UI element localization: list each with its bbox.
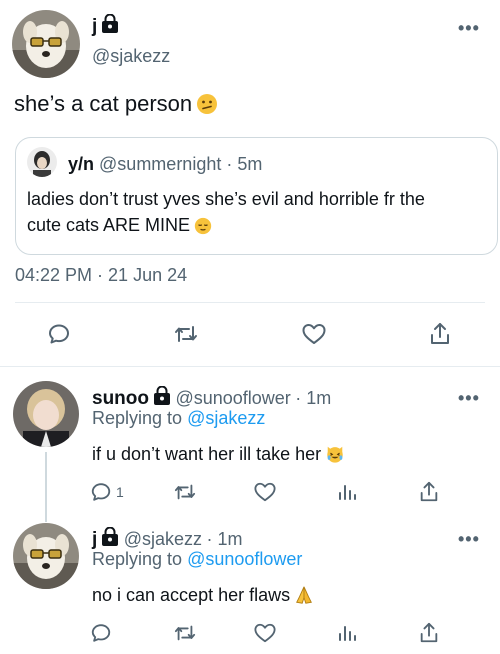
reply-avatar[interactable] xyxy=(13,381,79,447)
retweet-button[interactable] xyxy=(172,621,198,645)
reply-text: no i can accept her flaws xyxy=(92,585,291,605)
reply-author-name[interactable]: j xyxy=(92,529,97,550)
quoted-author-handle: @summernight xyxy=(99,154,222,174)
analytics-icon xyxy=(339,485,356,500)
quoted-text-line1: ladies don’t trust yves she’s evil and h… xyxy=(27,189,425,209)
replying-to-link[interactable]: @sunooflower xyxy=(187,549,302,569)
lock-icon xyxy=(102,527,119,546)
quoted-tweet[interactable]: y/n @summernight · 5m ladies don’t trust… xyxy=(15,137,498,255)
reply-button[interactable] xyxy=(45,320,73,348)
analytics-button[interactable] xyxy=(334,621,360,645)
retweet-button[interactable] xyxy=(172,480,198,504)
quoted-time: · 5m xyxy=(226,154,263,174)
reply-text: if u don’t want her ill take her xyxy=(92,444,322,464)
reply-author-handle[interactable]: @sjakezz xyxy=(124,529,202,549)
tweet-text: she’s a cat person xyxy=(14,91,193,116)
retweet-icon xyxy=(175,326,197,342)
reply-author-name[interactable]: sunoo xyxy=(92,388,149,409)
reply-count: 1 xyxy=(116,484,124,500)
quoted-author-name: y/n xyxy=(68,154,95,174)
reply-author-handle[interactable]: @sunooflower xyxy=(175,388,290,408)
heart-icon xyxy=(254,482,276,502)
share-button[interactable] xyxy=(416,621,442,645)
more-options-icon[interactable]: ••• xyxy=(458,18,480,39)
relieved-face-icon xyxy=(194,217,212,235)
author-name[interactable]: j xyxy=(92,16,97,37)
heart-icon xyxy=(254,623,276,643)
face-with-diagonal-mouth-icon xyxy=(197,94,218,114)
retweet-icon xyxy=(174,484,196,500)
divider xyxy=(0,366,500,367)
retweet-icon xyxy=(174,625,196,641)
crying-laughing-cat-icon xyxy=(327,446,343,463)
reply-button[interactable]: 1 xyxy=(90,480,124,504)
like-button[interactable] xyxy=(252,480,278,504)
thread-line xyxy=(45,452,47,522)
heart-icon xyxy=(302,324,326,344)
reply-button[interactable] xyxy=(90,621,116,645)
retweet-button[interactable] xyxy=(172,320,200,348)
analytics-icon xyxy=(339,626,356,641)
author-handle[interactable]: @sjakezz xyxy=(92,46,170,67)
reply-icon xyxy=(91,483,111,501)
folded-hands-icon xyxy=(296,586,313,604)
more-options-icon[interactable]: ••• xyxy=(458,388,480,409)
like-button[interactable] xyxy=(300,320,328,348)
lock-icon xyxy=(154,386,170,405)
reply-icon xyxy=(91,624,111,642)
more-options-icon[interactable]: ••• xyxy=(458,529,480,550)
replying-to-label: Replying to xyxy=(92,408,183,428)
share-icon xyxy=(420,622,438,643)
analytics-button[interactable] xyxy=(334,480,360,504)
lock-icon xyxy=(102,14,119,33)
reply-time: · 1m xyxy=(295,388,332,408)
share-button[interactable] xyxy=(426,320,454,348)
share-icon xyxy=(431,323,449,344)
replying-to-link[interactable]: @sjakezz xyxy=(187,408,265,428)
like-button[interactable] xyxy=(252,621,278,645)
tweet-timestamp[interactable]: 04:22 PM · 21 Jun 24 xyxy=(15,265,187,286)
share-button[interactable] xyxy=(416,480,442,504)
divider xyxy=(15,302,485,303)
quoted-avatar xyxy=(27,147,57,177)
quoted-text-line2: cute cats ARE MINE xyxy=(27,215,191,235)
reply-avatar[interactable] xyxy=(13,523,79,589)
reply-icon xyxy=(49,324,69,344)
share-icon xyxy=(420,481,438,502)
author-avatar[interactable] xyxy=(12,10,80,78)
replying-to-label: Replying to xyxy=(92,549,183,569)
reply-time: · 1m xyxy=(206,529,243,549)
